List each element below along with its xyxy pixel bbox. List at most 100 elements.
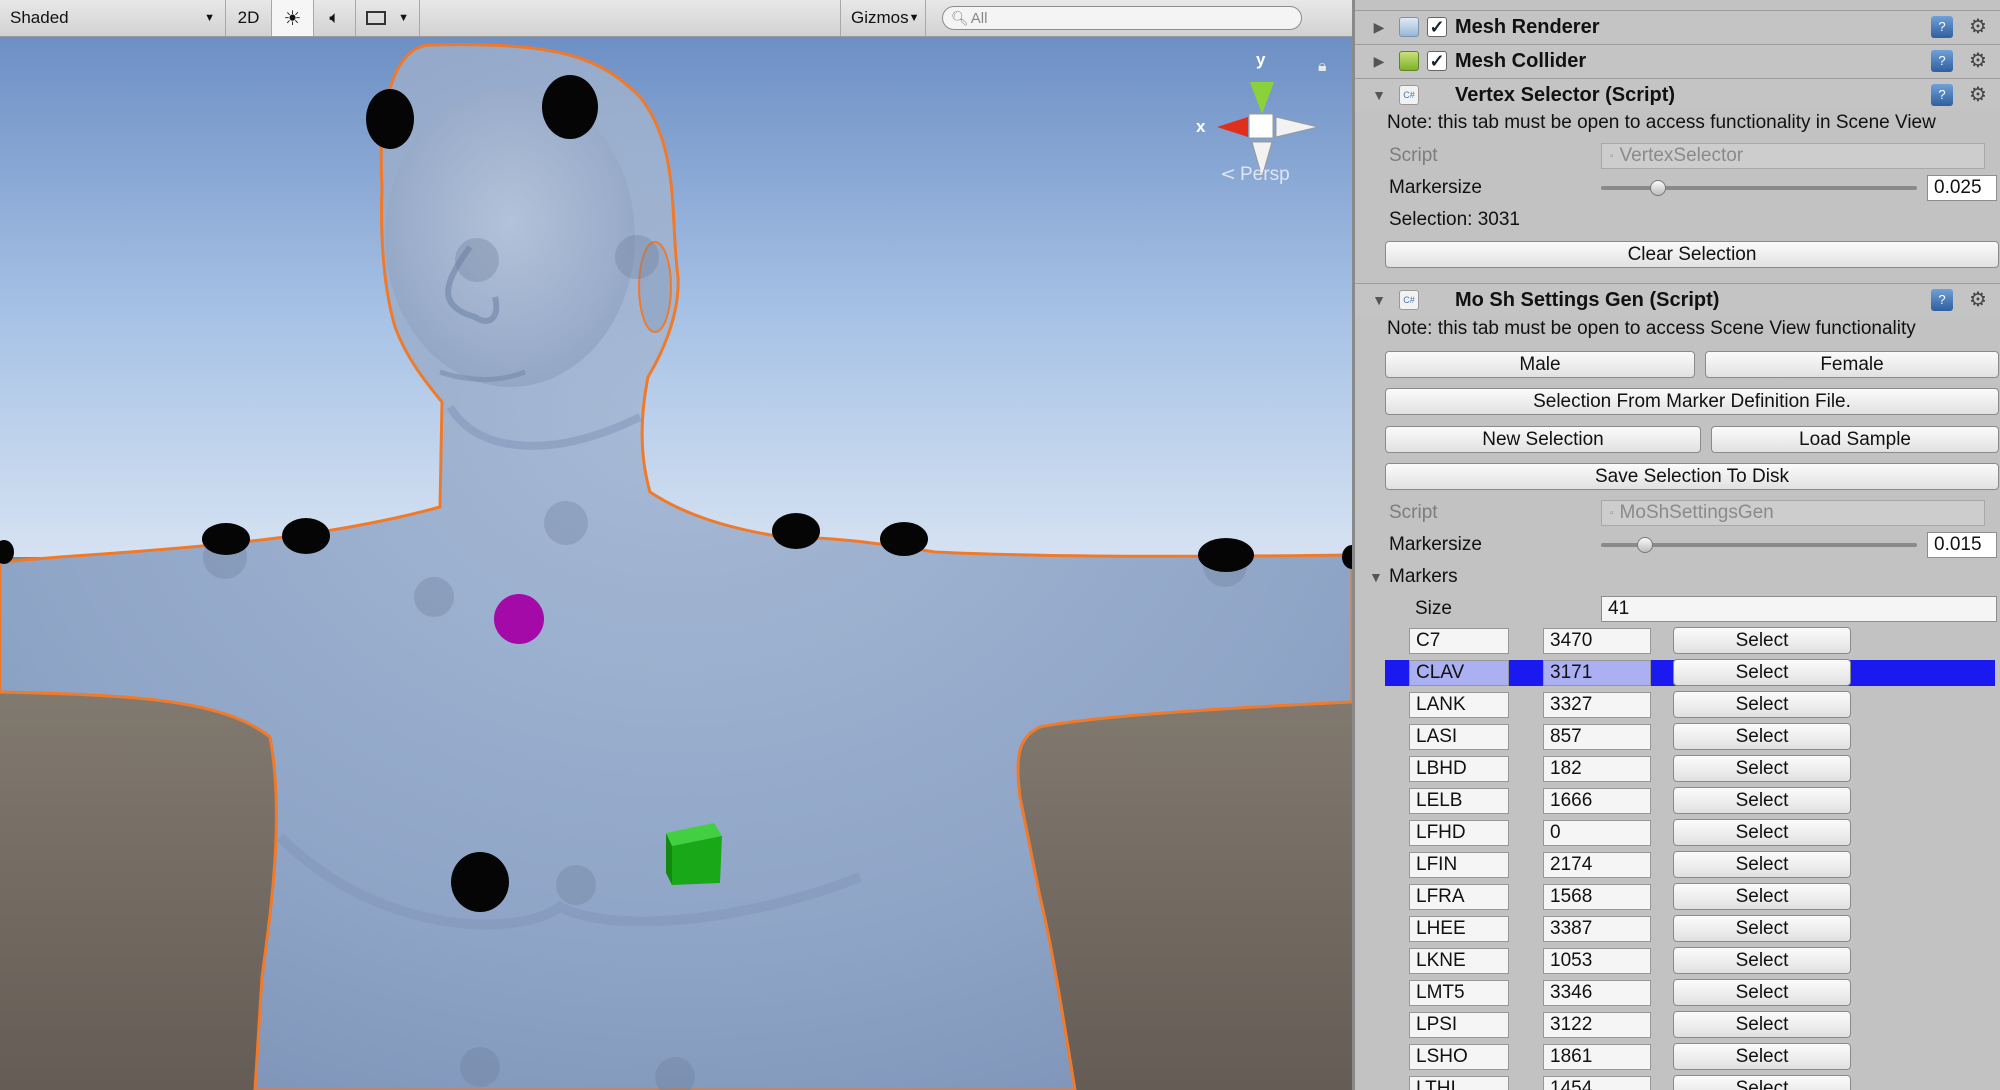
mesh-collider-header[interactable]: ▶ ✓ Mesh Collider ? ⚙ xyxy=(1355,44,2000,77)
marker-row[interactable]: LPSI 3122 Select xyxy=(1355,1010,2000,1040)
marker-vertex-field[interactable]: 3346 xyxy=(1543,980,1651,1006)
marker-name-field[interactable]: C7 xyxy=(1409,628,1509,654)
marker-name-field[interactable]: LANK xyxy=(1409,692,1509,718)
markersize-input[interactable]: 0.025 xyxy=(1927,175,1997,201)
marker-row[interactable]: C7 3470 Select xyxy=(1355,626,2000,656)
help-icon[interactable]: ? xyxy=(1931,289,1953,311)
audio-toggle-button[interactable]: 🔈︎ xyxy=(314,0,356,36)
marker-vertex-field[interactable]: 3327 xyxy=(1543,692,1651,718)
marker-select-button[interactable]: Select xyxy=(1673,755,1851,782)
settings-icon[interactable]: ⚙ xyxy=(1967,84,1989,106)
marker-select-button[interactable]: Select xyxy=(1673,1075,1851,1090)
marker-row[interactable]: LFRA 1568 Select xyxy=(1355,882,2000,912)
marker-name-field[interactable]: LELB xyxy=(1409,788,1509,814)
marker-row[interactable]: LANK 3327 Select xyxy=(1355,690,2000,720)
size-input[interactable]: 41 xyxy=(1601,596,1997,622)
marker-select-button[interactable]: Select xyxy=(1673,883,1851,910)
marker-row[interactable]: CLAV 3171 Select xyxy=(1355,658,2000,688)
marker-vertex-field[interactable]: 3122 xyxy=(1543,1012,1651,1038)
marker-select-button[interactable]: Select xyxy=(1673,979,1851,1006)
marker-row[interactable]: LKNE 1053 Select xyxy=(1355,946,2000,976)
marker-vertex-field[interactable]: 1053 xyxy=(1543,948,1651,974)
marker-vertex-field[interactable]: 1861 xyxy=(1543,1044,1651,1070)
marker-name-field[interactable]: LMT5 xyxy=(1409,980,1509,1006)
markersize-input[interactable]: 0.015 xyxy=(1927,532,1997,558)
marker-select-button[interactable]: Select xyxy=(1673,947,1851,974)
marker-row[interactable]: LFHD 0 Select xyxy=(1355,818,2000,848)
vertex-selector-header[interactable]: ▼ C# Vertex Selector (Script) ? ⚙ xyxy=(1355,78,2000,111)
save-selection-button[interactable]: Save Selection To Disk xyxy=(1385,463,1999,490)
help-icon[interactable]: ? xyxy=(1931,50,1953,72)
marker-select-button[interactable]: Select xyxy=(1673,787,1851,814)
effects-dropdown[interactable]: ▼ xyxy=(356,0,420,36)
scene-viewport[interactable]: y x 🔒︎ Persp < xyxy=(0,37,1352,1090)
marker-row[interactable]: LTHI 1454 Select xyxy=(1355,1074,2000,1090)
marker-vertex-field[interactable]: 1454 xyxy=(1543,1076,1651,1090)
settings-icon[interactable]: ⚙ xyxy=(1967,50,1989,72)
marker-name-field[interactable]: CLAV xyxy=(1409,660,1509,686)
female-button[interactable]: Female xyxy=(1705,351,1999,378)
marker-row[interactable]: LBHD 182 Select xyxy=(1355,754,2000,784)
clear-selection-button[interactable]: Clear Selection xyxy=(1385,241,1999,268)
markersize-slider-track[interactable] xyxy=(1601,186,1917,190)
mesh-renderer-header[interactable]: ▶ ✓ Mesh Renderer ? ⚙ xyxy=(1355,10,2000,43)
marker-vertex-field[interactable]: 857 xyxy=(1543,724,1651,750)
marker-vertex-field[interactable]: 3470 xyxy=(1543,628,1651,654)
marker-select-button[interactable]: Select xyxy=(1673,659,1851,686)
scene-view[interactable]: Shaded ▼ 2D ☀ 🔈︎ ▼ Gizmos ▼ 🔍︎ All y x 🔒… xyxy=(0,0,1352,1090)
marker-name-field[interactable]: LPSI xyxy=(1409,1012,1509,1038)
shading-mode-dropdown[interactable]: Shaded ▼ xyxy=(0,0,226,36)
marker-name-field[interactable]: LFHD xyxy=(1409,820,1509,846)
marker-row[interactable]: LHEE 3387 Select xyxy=(1355,914,2000,944)
mosh-settings-header[interactable]: ▼ C# Mo Sh Settings Gen (Script) ? ⚙ xyxy=(1355,283,2000,316)
2d-toggle-button[interactable]: 2D xyxy=(226,0,272,36)
load-sample-button[interactable]: Load Sample xyxy=(1711,426,1999,453)
marker-name-field[interactable]: LKNE xyxy=(1409,948,1509,974)
marker-select-button[interactable]: Select xyxy=(1673,723,1851,750)
marker-vertex-field[interactable]: 2174 xyxy=(1543,852,1651,878)
marker-name-field[interactable]: LSHO xyxy=(1409,1044,1509,1070)
marker-vertex-field[interactable]: 3387 xyxy=(1543,916,1651,942)
marker-select-button[interactable]: Select xyxy=(1673,851,1851,878)
scene-search-input[interactable]: 🔍︎ All xyxy=(942,6,1302,30)
marker-vertex-field[interactable]: 1568 xyxy=(1543,884,1651,910)
marker-name-field[interactable]: LASI xyxy=(1409,724,1509,750)
new-selection-button[interactable]: New Selection xyxy=(1385,426,1701,453)
male-button[interactable]: Male xyxy=(1385,351,1695,378)
expanded-arrow-icon[interactable]: ▼ xyxy=(1369,87,1389,103)
marker-row[interactable]: LSHO 1861 Select xyxy=(1355,1042,2000,1072)
settings-icon[interactable]: ⚙ xyxy=(1967,289,1989,311)
marker-select-button[interactable]: Select xyxy=(1673,915,1851,942)
marker-vertex-field[interactable]: 3171 xyxy=(1543,660,1651,686)
gizmos-dropdown[interactable]: Gizmos ▼ xyxy=(840,0,926,36)
markers-foldout-row[interactable]: ▼ Markers xyxy=(1355,562,2000,592)
markersize-slider-thumb[interactable] xyxy=(1649,180,1666,196)
marker-row[interactable]: LELB 1666 Select xyxy=(1355,786,2000,816)
expanded-arrow-icon[interactable]: ▼ xyxy=(1369,292,1389,308)
marker-select-button[interactable]: Select xyxy=(1673,1011,1851,1038)
collapsed-arrow-icon[interactable]: ▶ xyxy=(1369,53,1389,70)
expanded-arrow-icon[interactable]: ▼ xyxy=(1369,569,1383,585)
mesh-collider-enabled-checkbox[interactable]: ✓ xyxy=(1427,51,1447,71)
marker-select-button[interactable]: Select xyxy=(1673,691,1851,718)
marker-select-button[interactable]: Select xyxy=(1673,627,1851,654)
viewport-canvas[interactable]: y x 🔒︎ Persp < xyxy=(0,37,1352,1090)
marker-name-field[interactable]: LBHD xyxy=(1409,756,1509,782)
marker-row[interactable]: LMT5 3346 Select xyxy=(1355,978,2000,1008)
marker-row[interactable]: LFIN 2174 Select xyxy=(1355,850,2000,880)
help-icon[interactable]: ? xyxy=(1931,16,1953,38)
markersize-slider-thumb[interactable] xyxy=(1637,537,1654,553)
collapsed-arrow-icon[interactable]: ▶ xyxy=(1369,19,1389,36)
mesh-renderer-enabled-checkbox[interactable]: ✓ xyxy=(1427,17,1447,37)
marker-name-field[interactable]: LFRA xyxy=(1409,884,1509,910)
marker-select-button[interactable]: Select xyxy=(1673,1043,1851,1070)
marker-vertex-field[interactable]: 182 xyxy=(1543,756,1651,782)
lighting-toggle-button[interactable]: ☀ xyxy=(272,0,314,36)
marker-name-field[interactable]: LFIN xyxy=(1409,852,1509,878)
settings-icon[interactable]: ⚙ xyxy=(1967,16,1989,38)
marker-row[interactable]: LASI 857 Select xyxy=(1355,722,2000,752)
selection-from-file-button[interactable]: Selection From Marker Definition File. xyxy=(1385,388,1999,415)
marker-vertex-field[interactable]: 1666 xyxy=(1543,788,1651,814)
marker-name-field[interactable]: LTHI xyxy=(1409,1076,1509,1090)
marker-select-button[interactable]: Select xyxy=(1673,819,1851,846)
